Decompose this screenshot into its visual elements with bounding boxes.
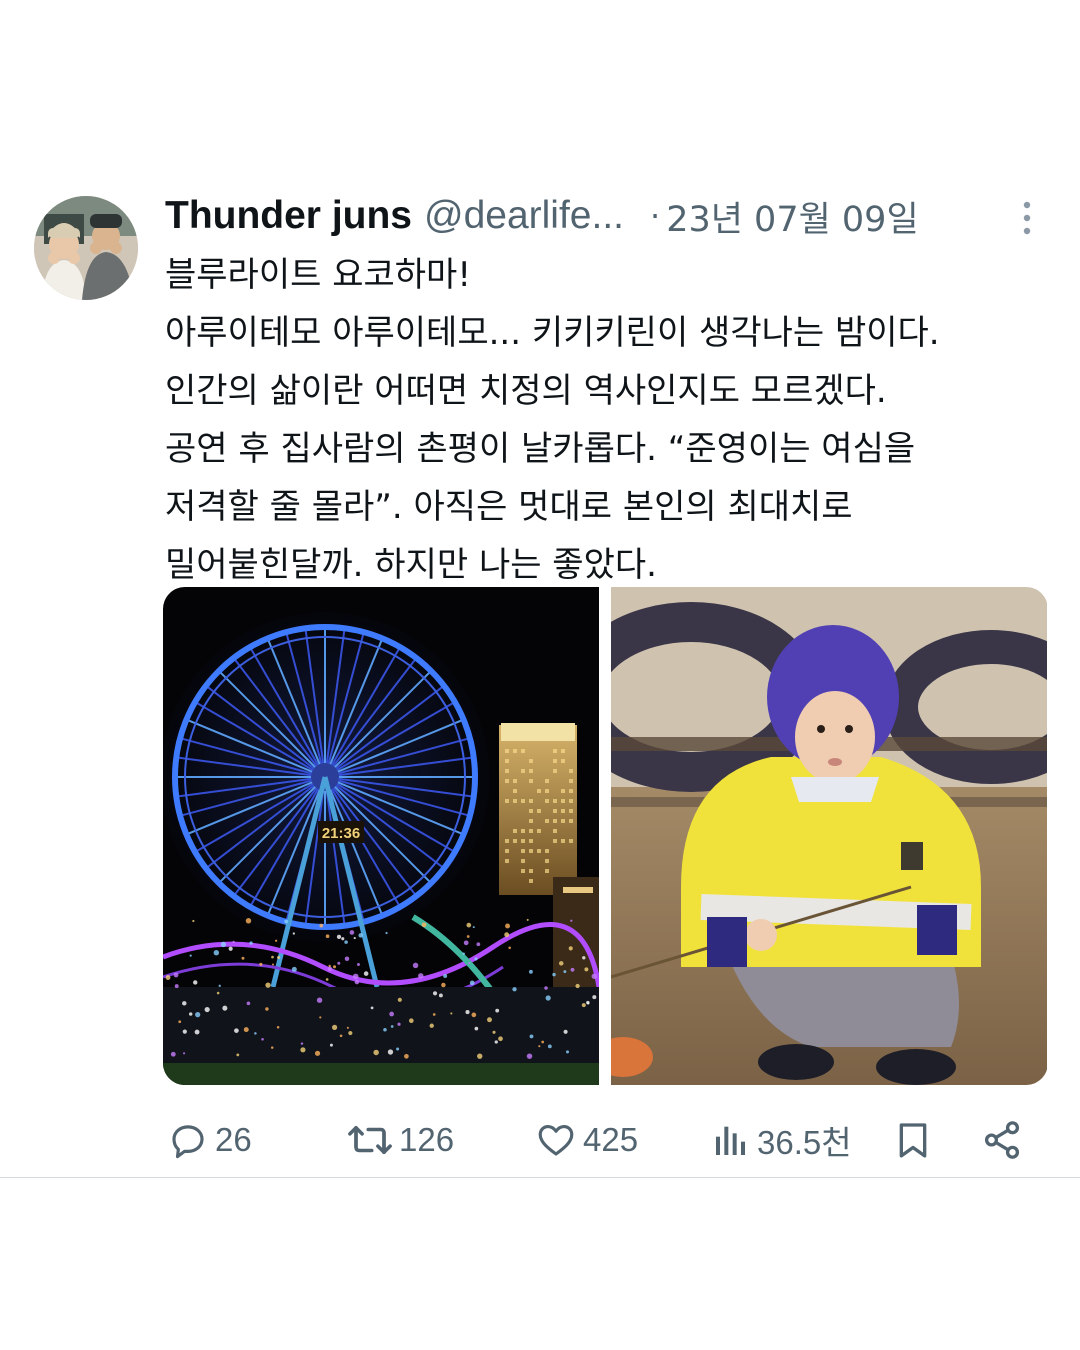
tweet-text-line: 밀어붙힌달까. 하지만 나는 좋았다. <box>165 536 1050 594</box>
display-name[interactable]: Thunder juns <box>165 194 412 238</box>
retweet-button[interactable]: 126 <box>347 1110 454 1170</box>
reply-count: 26 <box>215 1121 252 1159</box>
heart-icon <box>535 1119 577 1161</box>
retweet-count: 126 <box>399 1121 454 1159</box>
tweet: Thunder juns @dearlife... · 23년 07월 09일 … <box>0 0 1080 1350</box>
tweet-text: 블루라이트 요코하마! 아루이테모 아루이테모... 키키키린이 생각나는 밤이… <box>165 246 1050 594</box>
avatar[interactable] <box>34 196 138 300</box>
like-button[interactable]: 425 <box>535 1110 638 1170</box>
share-button[interactable] <box>981 1110 1023 1170</box>
tweet-date[interactable]: 23년 07월 09일 <box>666 191 918 242</box>
user-handle[interactable]: @dearlife... <box>424 194 624 238</box>
like-count: 425 <box>583 1121 638 1159</box>
share-icon <box>981 1119 1023 1161</box>
clock-text: 21:36 <box>322 825 360 842</box>
reply-icon <box>167 1119 209 1161</box>
tweet-text-line: 인간의 삶이란 어떠면 치정의 역사인지도 모르겠다. <box>165 362 1050 420</box>
action-bar: 26 126 425 36.5천 <box>163 1110 1048 1170</box>
bookmark-button[interactable] <box>893 1110 933 1170</box>
photo-child[interactable] <box>611 587 1047 1085</box>
views-count: 36.5천 <box>757 1116 852 1164</box>
retweet-icon <box>347 1119 393 1161</box>
reply-button[interactable]: 26 <box>167 1110 252 1170</box>
avatar-image <box>34 196 138 300</box>
separator-dot: · <box>650 197 660 235</box>
views-button[interactable]: 36.5천 <box>711 1110 852 1170</box>
tweet-text-line: 저격할 줄 몰라”. 아직은 멋대로 본인의 최대치로 <box>165 478 1050 536</box>
views-chart-icon <box>711 1119 751 1161</box>
tweet-text-line: 공연 후 집사람의 촌평이 날카롭다. “준영이는 여심을 <box>165 420 1050 478</box>
media-grid: 21:36 <box>163 587 1048 1085</box>
bookmark-icon <box>893 1118 933 1162</box>
tweet-text-line: 아루이테모 아루이테모... 키키키린이 생각나는 밤이다. <box>165 304 1050 362</box>
divider <box>0 1177 1080 1178</box>
tweet-text-line: 블루라이트 요코하마! <box>165 246 1050 304</box>
more-vertical-icon[interactable] <box>1012 196 1042 240</box>
tweet-header: Thunder juns @dearlife... · 23년 07월 09일 <box>165 188 1045 244</box>
photo-ferris-wheel[interactable]: 21:36 <box>163 587 599 1085</box>
